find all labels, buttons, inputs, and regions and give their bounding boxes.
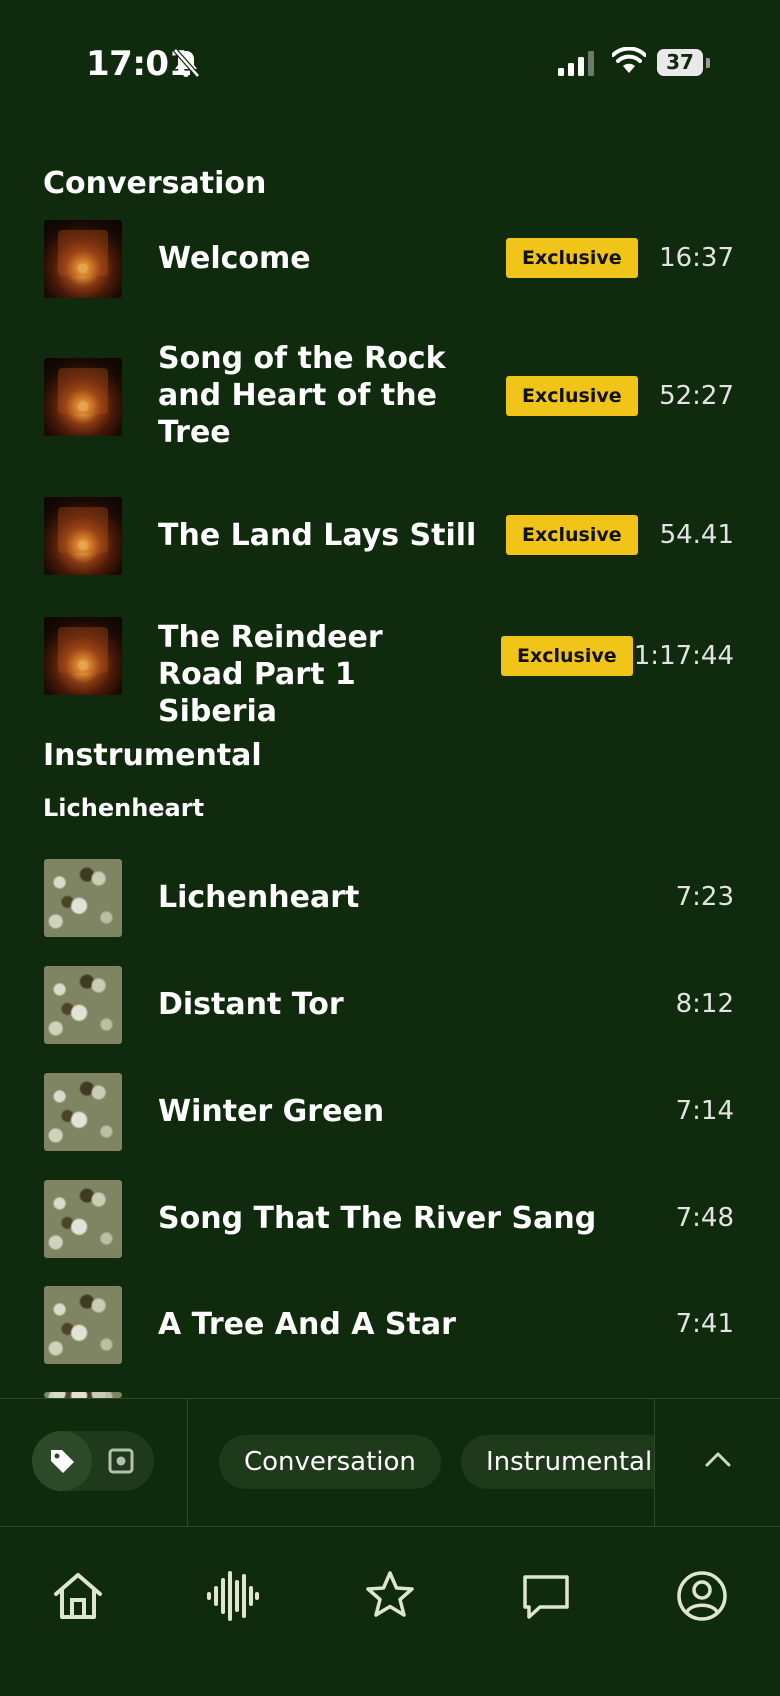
wifi-icon (612, 47, 646, 73)
track-row[interactable]: Winter Green 7:14 (0, 1073, 780, 1153)
waveform-icon[interactable] (205, 1568, 261, 1624)
track-row[interactable]: Distant Tor 8:12 (0, 966, 780, 1046)
exclusive-badge: Exclusive (506, 238, 638, 278)
track-artwork (44, 358, 122, 436)
track-title: Song That The River Sang (158, 1201, 597, 1236)
chip-conversation[interactable]: Conversation (219, 1435, 441, 1489)
track-artwork (44, 966, 122, 1044)
track-artwork (44, 859, 122, 937)
filter-bar: Conversation Instrumental (0, 1398, 780, 1527)
view-toggle[interactable] (32, 1431, 154, 1491)
exclusive-badge: Exclusive (506, 376, 638, 416)
track-artwork (44, 1286, 122, 1364)
track-duration: 8:12 (675, 989, 734, 1019)
track-title: Song of the Rock and Heart of the Tree (158, 341, 446, 450)
exclusive-badge: Exclusive (501, 636, 633, 676)
track-title: Distant Tor (158, 987, 344, 1022)
home-icon[interactable] (50, 1568, 106, 1624)
status-bar: 17:01 37 (0, 0, 780, 130)
exclusive-badge: Exclusive (506, 515, 638, 555)
track-row[interactable]: Welcome Exclusive 16:37 (0, 220, 780, 300)
chip-instrumental[interactable]: Instrumental (461, 1435, 654, 1489)
track-duration: 52:27 (659, 381, 734, 411)
track-artwork (44, 497, 122, 575)
battery-level: 37 (666, 50, 694, 74)
star-icon[interactable] (362, 1568, 418, 1624)
tag-icon (51, 1450, 74, 1473)
profile-icon[interactable] (674, 1568, 730, 1624)
track-title: The Reindeer Road Part 1 Siberia (158, 620, 383, 729)
bottom-tab-bar (0, 1526, 780, 1696)
album-view-icon[interactable] (108, 1448, 134, 1474)
chip-scroll[interactable]: Conversation Instrumental (188, 1399, 654, 1526)
track-duration: 54.41 (659, 520, 734, 550)
track-artwork (44, 1180, 122, 1258)
tag-view-button[interactable] (32, 1431, 92, 1491)
track-row[interactable]: Lichenheart 7:23 (0, 859, 780, 939)
track-duration: 7:48 (675, 1203, 734, 1233)
chat-icon[interactable] (518, 1568, 574, 1624)
track-duration: 7:14 (675, 1096, 734, 1126)
track-row[interactable]: The Land Lays Still Exclusive 54.41 (0, 497, 780, 577)
track-title: Welcome (158, 241, 311, 276)
section-title-instrumental: Instrumental (43, 738, 262, 773)
track-row[interactable]: A Tree And A Star 7:41 (0, 1286, 780, 1366)
section-title-conversation: Conversation (43, 166, 267, 201)
track-row[interactable]: Song of the Rock and Heart of the Tree E… (0, 340, 780, 460)
track-title: Lichenheart (158, 880, 360, 915)
track-artwork (44, 220, 122, 298)
track-row[interactable]: Song That The River Sang 7:48 (0, 1180, 780, 1260)
battery-icon: 37 (657, 49, 703, 76)
battery-nub (706, 58, 710, 68)
subsection-title-album: Lichenheart (43, 794, 205, 822)
track-duration: 16:37 (659, 243, 734, 273)
track-duration: 7:23 (675, 882, 734, 912)
signal-icon (558, 51, 594, 76)
track-title: The Land Lays Still (158, 518, 477, 553)
track-duration: 7:41 (675, 1309, 734, 1339)
track-artwork (44, 1073, 122, 1151)
track-title: Winter Green (158, 1094, 385, 1129)
track-artwork (44, 617, 122, 695)
chevron-up-icon[interactable] (704, 1449, 732, 1469)
track-row[interactable]: The Reindeer Road Part 1 Siberia Exclusi… (0, 617, 780, 729)
track-duration: 1:17:44 (633, 641, 734, 671)
track-title: A Tree And A Star (158, 1307, 456, 1342)
bell-muted-icon (173, 48, 200, 78)
filter-divider (654, 1399, 655, 1526)
